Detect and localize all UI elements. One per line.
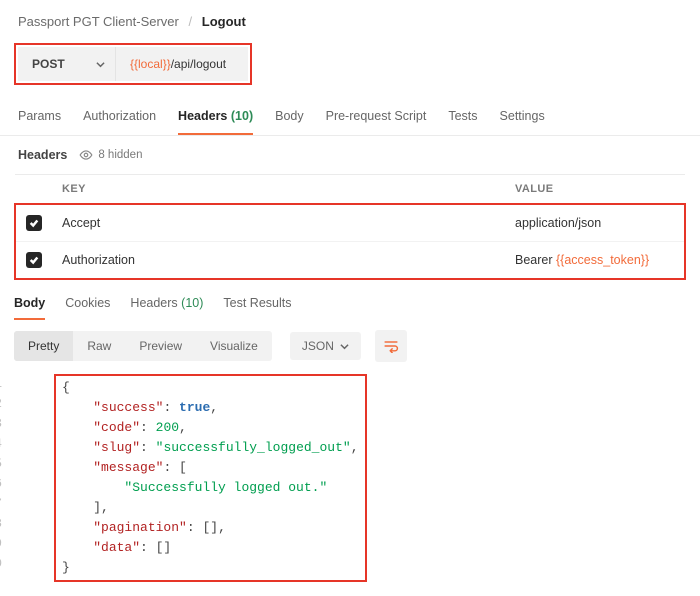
row-checkbox[interactable] xyxy=(26,252,42,268)
header-value-token: {{access_token}} xyxy=(556,253,649,267)
resp-tab-cookies[interactable]: Cookies xyxy=(65,296,110,320)
check-icon xyxy=(29,218,39,228)
http-method-label: POST xyxy=(32,57,65,71)
headers-section-title: Headers xyxy=(18,148,67,162)
eye-icon xyxy=(79,148,93,162)
tab-headers-label: Headers xyxy=(178,109,227,123)
resp-tab-headers[interactable]: Headers (10) xyxy=(130,296,203,320)
view-raw[interactable]: Raw xyxy=(73,331,125,361)
tab-body[interactable]: Body xyxy=(275,109,304,135)
response-tabs: Body Cookies Headers (10) Test Results xyxy=(0,280,700,320)
header-value[interactable]: application/json xyxy=(505,204,685,242)
col-key: KEY xyxy=(52,175,505,205)
language-select[interactable]: JSON xyxy=(290,332,361,360)
http-method-select[interactable]: POST xyxy=(18,47,116,81)
check-icon xyxy=(29,255,39,265)
col-value: VALUE xyxy=(505,175,685,205)
url-bar: POST {{local}}/api/logout xyxy=(18,47,248,81)
resp-tab-body[interactable]: Body xyxy=(14,296,45,320)
tab-tests[interactable]: Tests xyxy=(448,109,477,135)
row-checkbox[interactable] xyxy=(26,215,42,231)
wrap-icon xyxy=(383,339,399,353)
resp-tab-test-results[interactable]: Test Results xyxy=(223,296,291,320)
url-input[interactable]: {{local}}/api/logout xyxy=(116,57,226,71)
chevron-down-icon xyxy=(96,60,105,69)
request-tabs: Params Authorization Headers (10) Body P… xyxy=(0,91,700,136)
url-highlight-box: POST {{local}}/api/logout xyxy=(14,43,252,85)
tab-settings[interactable]: Settings xyxy=(500,109,545,135)
tab-headers-count: (10) xyxy=(231,109,253,123)
table-row[interactable]: Authorization Bearer {{access_token}} xyxy=(15,242,685,280)
response-body-code[interactable]: 1 2 3 4 5 6 7 8 9 10 { "success": true, … xyxy=(14,374,686,582)
line-gutter: 1 2 3 4 5 6 7 8 9 10 xyxy=(0,374,2,574)
hidden-headers-label: 8 hidden xyxy=(98,149,142,161)
view-pretty[interactable]: Pretty xyxy=(14,331,73,361)
headers-rows-highlight: Accept application/json Authorization Be… xyxy=(15,204,685,279)
header-value[interactable]: Bearer {{access_token}} xyxy=(505,242,685,280)
breadcrumb-separator: / xyxy=(189,14,193,29)
header-key[interactable]: Authorization xyxy=(52,242,505,280)
tab-headers[interactable]: Headers (10) xyxy=(178,109,253,135)
wrap-lines-button[interactable] xyxy=(375,330,407,362)
chevron-down-icon xyxy=(340,342,349,351)
view-visualize[interactable]: Visualize xyxy=(196,331,272,361)
response-body-highlight: { "success": true, "code": 200, "slug": … xyxy=(54,374,367,582)
url-path: /api/logout xyxy=(171,57,226,71)
hidden-headers-toggle[interactable]: 8 hidden xyxy=(79,148,142,162)
response-view-bar: Pretty Raw Preview Visualize JSON xyxy=(0,320,700,368)
breadcrumb-request: Logout xyxy=(202,14,246,29)
tab-params[interactable]: Params xyxy=(18,109,61,135)
header-key[interactable]: Accept xyxy=(52,204,505,242)
headers-table: KEY VALUE Accept application/json Author… xyxy=(14,174,686,280)
tab-prerequest[interactable]: Pre-request Script xyxy=(326,109,427,135)
view-preview[interactable]: Preview xyxy=(125,331,196,361)
breadcrumb: Passport PGT Client-Server / Logout xyxy=(0,0,700,43)
view-mode-group: Pretty Raw Preview Visualize xyxy=(14,331,272,361)
table-row[interactable]: Accept application/json xyxy=(15,204,685,242)
url-variable: {{local}} xyxy=(130,57,171,71)
tab-authorization[interactable]: Authorization xyxy=(83,109,156,135)
breadcrumb-collection[interactable]: Passport PGT Client-Server xyxy=(18,14,179,29)
